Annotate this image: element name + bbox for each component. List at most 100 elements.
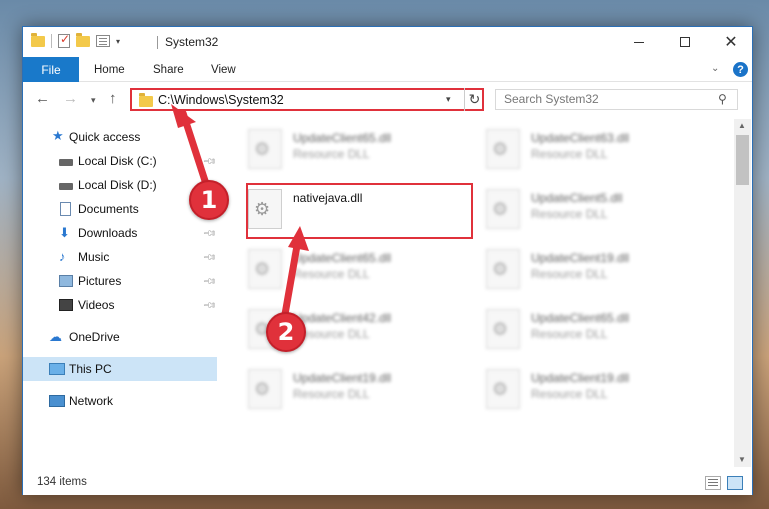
file-item[interactable]: UpdateClient19.dll Resource DLL	[476, 243, 706, 299]
folder-icon	[31, 32, 45, 47]
sidebar-item-network[interactable]: Network	[23, 389, 217, 413]
highlight-frame-file	[246, 183, 473, 239]
forward-arrow-icon[interactable]: →	[63, 90, 78, 107]
sidebar-item-label: Local Disk (D:)	[78, 178, 157, 192]
tab-view[interactable]: View	[211, 57, 236, 82]
vertical-scrollbar[interactable]: ▲ ▼	[734, 119, 751, 467]
sidebar-item-label: This PC	[69, 362, 112, 376]
download-icon: ⬇	[59, 225, 70, 240]
help-icon[interactable]: ?	[733, 62, 748, 77]
sidebar-item-local-disk-d[interactable]: Local Disk (D:)	[23, 173, 217, 197]
large-icons-view-icon[interactable]	[727, 476, 743, 490]
pin-icon[interactable]: 📌︎	[202, 153, 217, 169]
minimize-button[interactable]	[616, 27, 662, 57]
title-divider	[157, 36, 158, 49]
title-bar: ▾ System32 ✕	[23, 27, 752, 57]
sidebar-item-label: OneDrive	[69, 330, 120, 344]
sidebar-item-label: Network	[69, 394, 114, 408]
network-icon	[49, 395, 65, 407]
file-item[interactable]: UpdateClient65.dll Resource DLL	[238, 243, 468, 299]
file-item[interactable]: UpdateClient65.dll Resource DLL	[238, 123, 468, 179]
close-button[interactable]: ✕	[708, 27, 754, 57]
pictures-icon	[59, 275, 73, 287]
maximize-button[interactable]	[662, 27, 708, 57]
sidebar-item-this-pc[interactable]: This PC	[23, 357, 217, 381]
pin-icon[interactable]: 📌︎	[202, 273, 217, 289]
item-count: 134 items	[37, 476, 87, 488]
file-type: Resource DLL	[531, 387, 608, 401]
search-input[interactable]	[504, 92, 704, 106]
close-icon: ✕	[724, 34, 738, 51]
file-name: UpdateClient19.dll	[293, 371, 392, 385]
chevron-down-icon[interactable]: ▾	[116, 37, 120, 46]
step-2-badge: 2	[266, 312, 306, 352]
pin-icon[interactable]: 📌︎	[202, 225, 217, 241]
file-type: Resource DLL	[531, 147, 608, 161]
address-bar[interactable]: C:\Windows\System32 ▾ ↻	[130, 88, 484, 111]
sidebar-item-label: Videos	[78, 298, 115, 312]
sidebar-item-local-disk-c[interactable]: Local Disk (C:) 📌︎	[23, 149, 218, 173]
dll-file-icon	[486, 369, 520, 409]
file-item[interactable]: UpdateClient65.dll Resource DLL	[476, 303, 706, 359]
scroll-down-arrow-icon[interactable]: ▼	[738, 455, 746, 464]
dll-file-icon	[486, 189, 520, 229]
cloud-icon: ☁	[49, 329, 62, 344]
pin-icon[interactable]: 📌︎	[202, 249, 217, 265]
file-item[interactable]: UpdateClient63.dll Resource DLL	[476, 123, 706, 179]
sidebar-item-downloads[interactable]: ⬇ Downloads 📌︎	[23, 221, 218, 245]
file-item[interactable]: UpdateClient19.dll Resource DLL	[238, 363, 468, 419]
star-icon: ★	[52, 128, 64, 143]
sidebar-item-quick-access[interactable]: ★ Quick access	[23, 125, 217, 149]
sidebar-item-label: Music	[78, 250, 110, 264]
window-title: System32	[165, 35, 219, 49]
recent-locations-chevron-icon[interactable]: ▾	[91, 95, 96, 106]
tab-home[interactable]: Home	[94, 57, 125, 82]
dll-file-icon	[486, 249, 520, 289]
sidebar-item-documents[interactable]: Documents 📌︎	[23, 197, 218, 221]
file-item[interactable]: UpdateClient19.dll Resource DLL	[476, 363, 706, 419]
file-name: UpdateClient19.dll	[531, 251, 630, 265]
maximize-icon	[680, 37, 690, 47]
explorer-window: ▾ System32 ✕ File Home Share View ⌄ ? ← …	[22, 26, 753, 495]
up-arrow-icon[interactable]: ↑	[109, 90, 117, 107]
back-arrow-icon[interactable]: ←	[35, 90, 50, 107]
sidebar-item-music[interactable]: ♪ Music 📌︎	[23, 245, 218, 269]
dll-file-icon	[486, 129, 520, 169]
dll-file-icon	[486, 309, 520, 349]
new-folder-icon[interactable]	[76, 32, 90, 47]
videos-icon	[59, 299, 73, 311]
tab-file[interactable]: File	[23, 57, 79, 82]
scroll-thumb[interactable]	[736, 135, 749, 185]
details-view-icon[interactable]	[705, 476, 721, 490]
properties-check-icon[interactable]	[58, 32, 70, 48]
sidebar-item-videos[interactable]: Videos 📌︎	[23, 293, 218, 317]
sidebar-item-label: Downloads	[78, 226, 138, 240]
file-list: UpdateClient65.dll Resource DLL UpdateCl…	[228, 119, 731, 467]
pin-icon[interactable]: 📌︎	[202, 297, 217, 313]
sidebar-item-pictures[interactable]: Pictures 📌︎	[23, 269, 218, 293]
expand-ribbon-chevron-icon[interactable]: ⌄	[711, 63, 719, 74]
file-name: UpdateClient65.dll	[531, 311, 630, 325]
folder-icon	[139, 93, 153, 107]
refresh-icon[interactable]: ↻	[464, 88, 484, 111]
search-icon[interactable]: ⚲	[718, 92, 727, 106]
scroll-up-arrow-icon[interactable]: ▲	[738, 121, 746, 130]
file-name: UpdateClient65.dll	[293, 251, 392, 265]
file-name: UpdateClient65.dll	[293, 131, 392, 145]
sidebar-item-label: Quick access	[69, 130, 141, 144]
dll-file-icon	[248, 129, 282, 169]
music-icon: ♪	[59, 249, 66, 264]
ribbon: File Home Share View ⌄ ?	[23, 57, 752, 82]
file-item[interactable]: UpdateClient5.dll Resource DLL	[476, 183, 706, 239]
address-path[interactable]: C:\Windows\System32	[158, 93, 284, 107]
file-type: Resource DLL	[531, 207, 608, 221]
address-dropdown-chevron-icon[interactable]: ▾	[446, 94, 451, 105]
sidebar-item-label: Pictures	[78, 274, 122, 288]
search-box[interactable]: ⚲	[495, 89, 738, 110]
file-name: UpdateClient63.dll	[531, 131, 630, 145]
sidebar-item-onedrive[interactable]: ☁ OneDrive	[23, 325, 217, 349]
disk-icon	[59, 183, 73, 190]
tab-share[interactable]: Share	[153, 57, 184, 82]
dll-file-icon	[248, 249, 282, 289]
customize-toolbar-icon[interactable]	[96, 35, 110, 47]
